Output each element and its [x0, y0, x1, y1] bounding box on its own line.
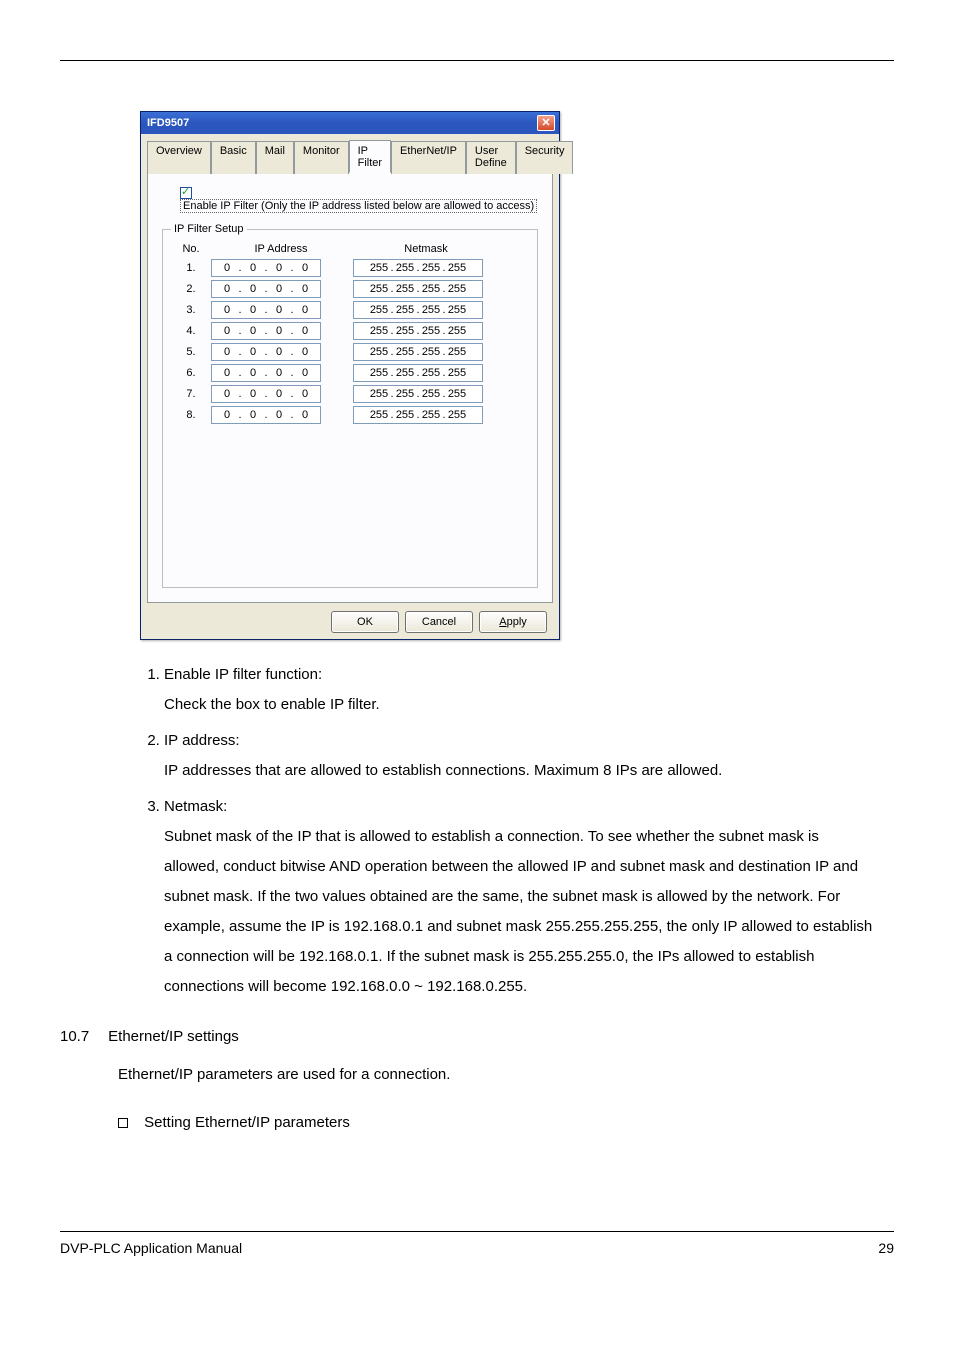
- enable-ip-filter-checkbox[interactable]: [180, 187, 192, 199]
- apply-button[interactable]: Apply: [479, 611, 547, 633]
- tab-security[interactable]: Security: [516, 141, 574, 174]
- row-number: 5.: [171, 346, 211, 358]
- table-row: 8.0.0.0.0 255.255.255.255: [171, 406, 529, 424]
- ip-address-input[interactable]: 0.0.0.0: [211, 385, 321, 403]
- tab-ethernet-ip[interactable]: EtherNet/IP: [391, 141, 466, 174]
- row-number: 1.: [171, 262, 211, 274]
- tab-mail[interactable]: Mail: [256, 141, 294, 174]
- ip-address-input[interactable]: 0.0.0.0: [211, 343, 321, 361]
- tab-monitor[interactable]: Monitor: [294, 141, 349, 174]
- col-header-ip: IP Address: [211, 243, 351, 255]
- explanation-list: Enable IP filter function: Check the box…: [140, 660, 874, 1002]
- netmask-input[interactable]: 255.255.255.255: [353, 343, 483, 361]
- tab-strip: Overview Basic Mail Monitor IP Filter Et…: [147, 140, 553, 174]
- netmask-input[interactable]: 255.255.255.255: [353, 364, 483, 382]
- footer-left: DVP-PLC Application Manual: [60, 1240, 878, 1256]
- close-icon[interactable]: ✕: [537, 115, 555, 131]
- ip-address-input[interactable]: 0.0.0.0: [211, 280, 321, 298]
- section-heading: 10.7 Ethernet/IP settings: [60, 1022, 894, 1052]
- bullet-item: Setting Ethernet/IP parameters: [118, 1108, 894, 1138]
- group-legend: IP Filter Setup: [171, 223, 247, 235]
- table-row: 6.0.0.0.0 255.255.255.255: [171, 364, 529, 382]
- row-number: 4.: [171, 325, 211, 337]
- list-item: Enable IP filter function: Check the box…: [164, 660, 874, 720]
- item-body: Check the box to enable IP filter.: [164, 690, 874, 720]
- ip-address-input[interactable]: 0.0.0.0: [211, 364, 321, 382]
- section-intro: Ethernet/IP parameters are used for a co…: [118, 1060, 894, 1090]
- ip-address-input[interactable]: 0.0.0.0: [211, 259, 321, 277]
- col-header-no: No.: [171, 243, 211, 255]
- section-title: Ethernet/IP settings: [108, 1028, 239, 1045]
- footer-page-number: 29: [878, 1240, 894, 1256]
- netmask-input[interactable]: 255.255.255.255: [353, 322, 483, 340]
- ip-address-input[interactable]: 0.0.0.0: [211, 406, 321, 424]
- bullet-text: Setting Ethernet/IP parameters: [144, 1114, 350, 1131]
- netmask-input[interactable]: 255.255.255.255: [353, 406, 483, 424]
- item-body: Subnet mask of the IP that is allowed to…: [164, 822, 874, 1002]
- ok-button[interactable]: OK: [331, 611, 399, 633]
- list-item: IP address: IP addresses that are allowe…: [164, 726, 874, 786]
- square-bullet-icon: [118, 1118, 128, 1128]
- table-row: 5.0.0.0.0 255.255.255.255: [171, 343, 529, 361]
- row-number: 6.: [171, 367, 211, 379]
- netmask-input[interactable]: 255.255.255.255: [353, 301, 483, 319]
- table-row: 3.0.0.0.0 255.255.255.255: [171, 301, 529, 319]
- row-number: 3.: [171, 304, 211, 316]
- row-number: 7.: [171, 388, 211, 400]
- ifd9507-dialog: IFD9507 ✕ Overview Basic Mail Monitor IP…: [140, 111, 560, 640]
- table-row: 7.0.0.0.0 255.255.255.255: [171, 385, 529, 403]
- netmask-input[interactable]: 255.255.255.255: [353, 259, 483, 277]
- tab-ip-filter[interactable]: IP Filter: [349, 140, 391, 173]
- ip-address-input[interactable]: 0.0.0.0: [211, 322, 321, 340]
- netmask-input[interactable]: 255.255.255.255: [353, 280, 483, 298]
- table-row: 1.0.0.0.0 255.255.255.255: [171, 259, 529, 277]
- table-row: 4.0.0.0.0 255.255.255.255: [171, 322, 529, 340]
- ip-filter-setup-group: IP Filter Setup No. IP Address Netmask 1…: [162, 223, 538, 588]
- tab-overview[interactable]: Overview: [147, 141, 211, 174]
- tab-user-define[interactable]: User Define: [466, 141, 516, 174]
- item-body: IP addresses that are allowed to establi…: [164, 756, 874, 786]
- enable-ip-filter-label: Enable IP Filter (Only the IP address li…: [180, 199, 537, 213]
- dialog-title: IFD9507: [147, 117, 537, 129]
- tab-basic[interactable]: Basic: [211, 141, 256, 174]
- ip-address-input[interactable]: 0.0.0.0: [211, 301, 321, 319]
- table-row: 2.0.0.0.0 255.255.255.255: [171, 280, 529, 298]
- section-number: 10.7: [60, 1022, 104, 1052]
- dialog-titlebar[interactable]: IFD9507 ✕: [141, 112, 559, 134]
- netmask-input[interactable]: 255.255.255.255: [353, 385, 483, 403]
- item-title: Enable IP filter function:: [164, 666, 322, 683]
- list-item: Netmask: Subnet mask of the IP that is a…: [164, 792, 874, 1002]
- row-number: 8.: [171, 409, 211, 421]
- cancel-button[interactable]: Cancel: [405, 611, 473, 633]
- item-title: Netmask:: [164, 798, 227, 815]
- row-number: 2.: [171, 283, 211, 295]
- page-footer: DVP-PLC Application Manual 29: [60, 1231, 894, 1256]
- col-header-netmask: Netmask: [351, 243, 501, 255]
- item-title: IP address:: [164, 732, 240, 749]
